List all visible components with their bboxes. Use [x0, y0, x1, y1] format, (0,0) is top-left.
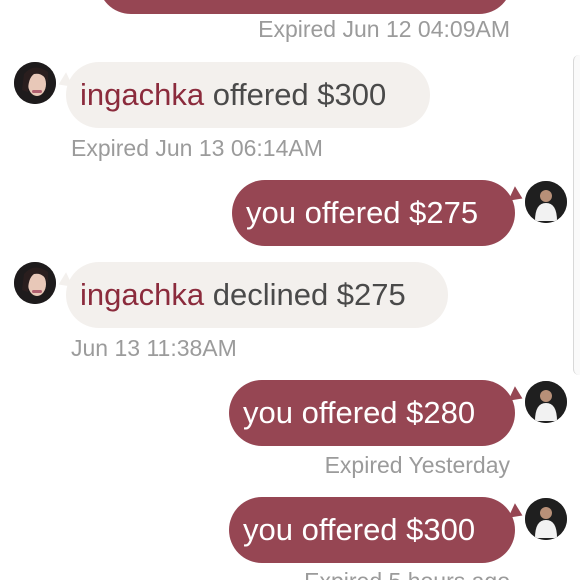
sender-username[interactable]: ingachka — [80, 77, 204, 112]
other-user-avatar[interactable] — [14, 62, 56, 104]
my-avatar[interactable] — [525, 381, 567, 423]
message-action-text: declined $275 — [212, 277, 406, 312]
message-timestamp: Jun 13 11:38AM — [71, 335, 237, 361]
outgoing-message-bubble[interactable] — [98, 0, 512, 14]
sender-username[interactable]: ingachka — [80, 277, 204, 312]
man-portrait-icon — [525, 498, 567, 540]
message-timestamp: Expired Jun 12 04:09AM — [258, 16, 510, 42]
outgoing-message-bubble[interactable]: you offered $300 — [229, 497, 515, 563]
outgoing-message-bubble[interactable]: you offered $275 — [232, 180, 515, 246]
man-portrait-icon — [525, 381, 567, 423]
man-portrait-icon — [525, 181, 567, 223]
incoming-message-bubble[interactable]: ingachka declined $275 — [66, 262, 448, 328]
outgoing-message-bubble[interactable]: you offered $280 — [229, 380, 515, 446]
woman-portrait-icon — [14, 62, 56, 104]
message-timestamp: Expired Jun 13 06:14AM — [71, 135, 323, 161]
other-user-avatar[interactable] — [14, 262, 56, 304]
woman-portrait-icon — [14, 262, 56, 304]
message-timestamp: Expired 5 hours ago — [304, 568, 510, 580]
message-text: you offered $300 — [243, 512, 476, 547]
incoming-message-bubble[interactable]: ingachka offered $300 — [66, 62, 430, 128]
message-text: you offered $280 — [243, 395, 476, 430]
my-avatar[interactable] — [525, 498, 567, 540]
message-text: you offered $275 — [246, 195, 479, 230]
message-action-text: offered $300 — [212, 77, 387, 112]
message-timestamp: Expired Yesterday — [324, 452, 510, 478]
my-avatar[interactable] — [525, 181, 567, 223]
scroll-panel-edge[interactable] — [573, 55, 580, 375]
chat-thread: Expired Jun 12 04:09AM ingachka offered … — [0, 0, 580, 580]
